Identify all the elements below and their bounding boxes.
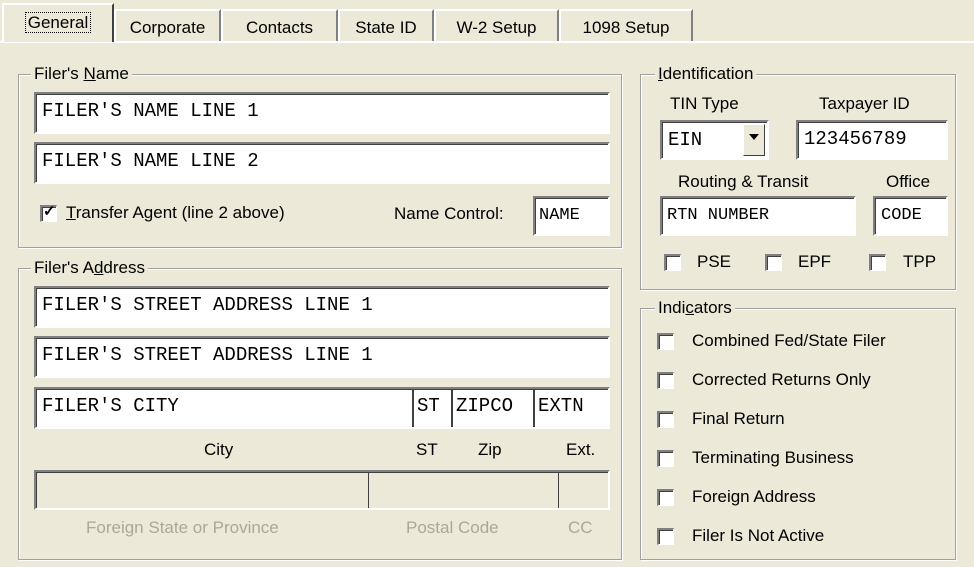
chevron-down-icon	[749, 134, 759, 140]
pse-label[interactable]: PSE	[697, 252, 731, 272]
identification-legend: Identification	[655, 64, 757, 84]
tpp-label[interactable]: TPP	[903, 252, 936, 272]
tab-general-label: General	[24, 12, 92, 33]
dropdown-button[interactable]	[743, 124, 765, 156]
tab-contacts-label: Contacts	[245, 18, 314, 37]
name-control-field[interactable]: NAME	[533, 196, 610, 236]
tab-1098-setup-label: 1098 Setup	[582, 18, 670, 37]
state-field[interactable]: ST	[412, 389, 451, 427]
final-return-label[interactable]: Final Return	[692, 409, 785, 429]
postal-code-field[interactable]	[368, 472, 558, 508]
tab-1098-setup[interactable]: 1098 Setup	[559, 9, 693, 42]
tab-corporate-label: Corporate	[129, 18, 206, 37]
tin-type-value: EIN	[668, 129, 703, 151]
ext-value: EXTN	[538, 395, 584, 417]
city-field[interactable]: FILER'S CITY	[36, 389, 412, 427]
combined-fed-state-checkbox[interactable]	[657, 333, 674, 350]
filer-not-active-label[interactable]: Filer Is Not Active	[692, 526, 824, 546]
city-label: City	[204, 440, 234, 459]
filer-name-line1-field[interactable]: FILER'S NAME LINE 1	[34, 92, 610, 134]
tab-state-id-label: State ID	[355, 18, 417, 37]
foreign-state-label: Foreign State or Province	[86, 518, 279, 537]
filer-name-line2-value: FILER'S NAME LINE 2	[42, 150, 259, 172]
state-value: ST	[417, 395, 440, 417]
taxpayer-id-field[interactable]: 123456789	[796, 120, 948, 160]
office-field[interactable]: CODE	[873, 196, 948, 236]
street-address-line1-value: FILER'S STREET ADDRESS LINE 1	[42, 294, 373, 316]
terminating-business-checkbox[interactable]	[657, 450, 674, 467]
transfer-agent-label[interactable]: Transfer Agent (line 2 above)	[66, 203, 285, 223]
epf-label[interactable]: EPF	[798, 252, 831, 272]
filer-not-active-checkbox[interactable]	[657, 528, 674, 545]
tab-w2-setup-label: W-2 Setup	[456, 18, 537, 37]
tab-contacts[interactable]: Contacts	[221, 9, 338, 42]
filers-name-legend: Filer's Name	[31, 64, 132, 84]
name-control-label: Name Control:	[394, 204, 504, 223]
taxpayer-id-label: Taxpayer ID	[819, 94, 910, 113]
corrected-returns-label[interactable]: Corrected Returns Only	[692, 370, 871, 390]
routing-transit-value: RTN NUMBER	[667, 206, 770, 225]
city-value: FILER'S CITY	[42, 395, 179, 417]
final-return-checkbox[interactable]	[657, 411, 674, 428]
ext-field[interactable]: EXTN	[533, 389, 608, 427]
name-control-value: NAME	[539, 206, 580, 225]
office-value: CODE	[881, 206, 922, 225]
filers-address-legend: Filer's Address	[31, 258, 148, 278]
checkmark-icon: ✓	[43, 203, 56, 220]
epf-checkbox[interactable]	[765, 254, 782, 271]
taxpayer-id-value: 123456789	[804, 128, 907, 150]
routing-transit-field[interactable]: RTN NUMBER	[660, 196, 856, 236]
tin-type-select[interactable]: EIN	[660, 120, 769, 160]
tin-type-label: TIN Type	[670, 94, 739, 113]
combined-fed-state-label[interactable]: Combined Fed/State Filer	[692, 331, 886, 351]
foreign-address-checkbox[interactable]	[657, 489, 674, 506]
tab-state-id[interactable]: State ID	[338, 9, 434, 42]
foreign-address-label[interactable]: Foreign Address	[692, 487, 816, 507]
street-address-line2-field[interactable]: FILER'S STREET ADDRESS LINE 1	[34, 336, 610, 378]
filer-name-line2-field[interactable]: FILER'S NAME LINE 2	[34, 142, 610, 184]
postal-code-label: Postal Code	[406, 518, 499, 537]
corrected-returns-checkbox[interactable]	[657, 372, 674, 389]
office-label: Office	[886, 172, 931, 191]
street-address-line2-value: FILER'S STREET ADDRESS LINE 1	[42, 344, 373, 366]
tpp-checkbox[interactable]	[869, 254, 886, 271]
zip-field[interactable]: ZIPCO	[451, 389, 533, 427]
ext-label: Ext.	[566, 440, 596, 459]
st-label: ST	[416, 440, 438, 459]
tab-strip: General Corporate Contacts State ID W-2 …	[0, 0, 974, 43]
tab-divider	[0, 41, 974, 43]
filer-name-line1-value: FILER'S NAME LINE 1	[42, 100, 259, 122]
indicators-legend: Indicators	[655, 298, 735, 318]
pse-checkbox[interactable]	[664, 254, 681, 271]
tab-corporate[interactable]: Corporate	[114, 9, 221, 42]
city-state-zip-row: FILER'S CITY ST ZIPCO EXTN	[34, 387, 610, 429]
zip-value: ZIPCO	[456, 395, 514, 417]
terminating-business-label[interactable]: Terminating Business	[692, 448, 854, 468]
routing-transit-label: Routing & Transit	[678, 172, 809, 191]
transfer-agent-checkbox[interactable]: ✓	[40, 203, 57, 222]
street-address-line1-field[interactable]: FILER'S STREET ADDRESS LINE 1	[34, 286, 610, 328]
foreign-state-field[interactable]	[36, 472, 368, 508]
foreign-address-row	[34, 470, 610, 510]
cc-label: CC	[568, 518, 593, 537]
tab-w2-setup[interactable]: W-2 Setup	[434, 9, 559, 42]
zip-label: Zip	[478, 440, 502, 459]
cc-field[interactable]	[558, 472, 608, 508]
tab-general[interactable]: General	[2, 3, 114, 42]
